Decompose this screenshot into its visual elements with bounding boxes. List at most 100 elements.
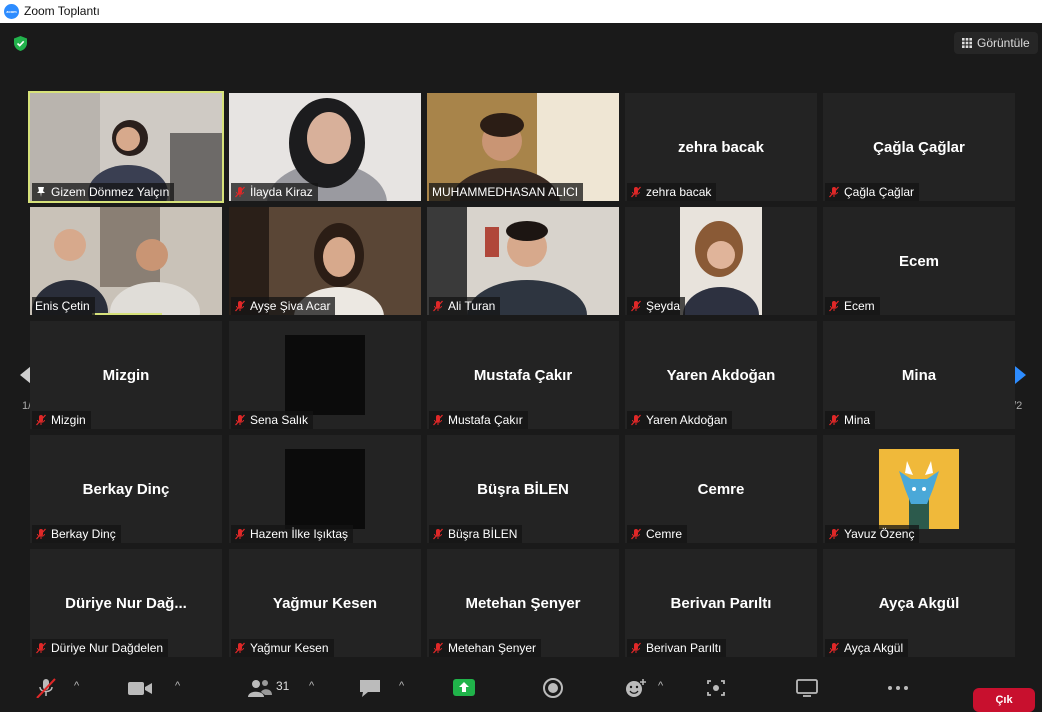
participant-tile[interactable]: Berkay Dinç Berkay Dinç xyxy=(30,435,222,543)
participant-name-bar: Çağla Çağlar xyxy=(825,183,920,201)
participant-name-bar: Hazem İlke Işıktaş xyxy=(231,525,354,543)
participants-icon[interactable] xyxy=(247,678,273,698)
participant-name-bar: İlayda Kiraz xyxy=(231,183,318,201)
participant-name-bar: Büşra BİLEN xyxy=(429,525,523,543)
whiteboard-icon[interactable] xyxy=(795,678,819,698)
muted-mic-icon xyxy=(433,414,443,426)
participant-tile[interactable]: Yavuz Özenç xyxy=(823,435,1015,543)
participant-display-name: Ayça Akgül xyxy=(878,595,960,612)
video-options-chevron-icon[interactable]: ^ xyxy=(175,680,180,692)
participant-tile[interactable]: zehra bacak zehra bacak xyxy=(625,93,817,201)
participant-display-name: Berivan Parıltı xyxy=(670,595,772,612)
participant-tile[interactable]: İlayda Kiraz xyxy=(229,93,421,201)
participant-tile[interactable]: Mizgin Mizgin xyxy=(30,321,222,429)
participant-display-name: Mina xyxy=(901,367,937,384)
participant-tile[interactable]: Hazem İlke Işıktaş xyxy=(229,435,421,543)
record-icon[interactable] xyxy=(541,678,565,698)
participant-tile[interactable]: Berivan Parıltı Berivan Parıltı xyxy=(625,549,817,657)
participant-name: Cemre xyxy=(646,527,683,541)
muted-mic-icon xyxy=(631,186,641,198)
muted-mic-icon xyxy=(36,642,46,654)
participant-tile[interactable]: Ayşe Şiva Acar xyxy=(229,207,421,315)
view-label: Görüntüle xyxy=(977,36,1030,50)
speaking-indicator xyxy=(92,313,162,315)
participant-tile[interactable]: Ali Turan xyxy=(427,207,619,315)
participant-name: İlayda Kiraz xyxy=(250,185,313,199)
participant-name-bar: Berivan Parıltı xyxy=(627,639,727,657)
participant-name: Mina xyxy=(844,413,871,427)
participant-name-bar: Mustafa Çakır xyxy=(429,411,528,429)
chat-icon[interactable] xyxy=(358,678,382,698)
muted-mic-icon xyxy=(631,414,641,426)
participant-tile[interactable]: Ecem Ecem xyxy=(823,207,1015,315)
muted-mic-icon xyxy=(235,528,245,540)
audio-options-chevron-icon[interactable]: ^ xyxy=(74,680,79,692)
muted-mic-icon xyxy=(631,642,641,654)
chat-options-chevron-icon[interactable]: ^ xyxy=(399,680,404,692)
participant-tile[interactable]: Büşra BİLEN Büşra BİLEN xyxy=(427,435,619,543)
zoom-logo-icon: zoom xyxy=(4,4,19,19)
participant-name-bar: Ayça Akgül xyxy=(825,639,909,657)
unmute-mic-icon[interactable] xyxy=(34,678,58,698)
leave-meeting-button[interactable]: Çık xyxy=(973,688,1035,712)
participant-name-bar: Berkay Dinç xyxy=(32,525,121,543)
participant-tile[interactable]: MUHAMMEDHASAN ALICI xyxy=(427,93,619,201)
muted-mic-icon xyxy=(235,414,245,426)
meeting-toolbar: ^ ^ 31 ^ ^ ^ Çık xyxy=(0,668,1042,712)
participant-tile[interactable]: Enis Çetin xyxy=(30,207,222,315)
participant-name-bar: Cemre xyxy=(627,525,688,543)
muted-mic-icon xyxy=(829,414,839,426)
apps-icon[interactable] xyxy=(705,678,727,698)
participant-display-name: Düriye Nur Dağ... xyxy=(65,595,187,612)
participant-name: Enis Çetin xyxy=(35,299,90,313)
participant-name: Yavuz Özenç xyxy=(844,527,915,541)
participant-tile[interactable]: Mina Mina xyxy=(823,321,1015,429)
pin-icon xyxy=(37,187,45,197)
participants-options-chevron-icon[interactable]: ^ xyxy=(309,680,314,692)
muted-mic-icon xyxy=(631,300,641,312)
participant-tile[interactable]: Mustafa Çakır Mustafa Çakır xyxy=(427,321,619,429)
participant-tile[interactable]: Çağla Çağlar Çağla Çağlar xyxy=(823,93,1015,201)
share-screen-icon[interactable] xyxy=(452,678,476,698)
participant-display-name: Berkay Dinç xyxy=(82,481,170,498)
title-bar: zoom Zoom Toplantı xyxy=(0,0,1042,23)
participant-tile[interactable]: Cemre Cemre xyxy=(625,435,817,543)
participant-name-bar: Metehan Şenyer xyxy=(429,639,542,657)
participant-tile[interactable]: Yaren Akdoğan Yaren Akdoğan xyxy=(625,321,817,429)
muted-mic-icon xyxy=(235,300,245,312)
participant-name: Sena Salık xyxy=(250,413,309,427)
reactions-options-chevron-icon[interactable]: ^ xyxy=(658,680,663,692)
participant-name-bar: Düriye Nur Dağdelen xyxy=(32,639,169,657)
reactions-icon[interactable] xyxy=(624,678,648,698)
participant-name: Yaren Akdoğan xyxy=(646,413,728,427)
participant-name-bar: Ayşe Şiva Acar xyxy=(231,297,336,315)
participant-display-name: zehra bacak xyxy=(678,139,764,156)
participant-name: Yağmur Kesen xyxy=(250,641,329,655)
participant-tile[interactable]: Gizem Dönmez Yalçın xyxy=(28,91,224,203)
more-options-icon[interactable] xyxy=(886,678,910,698)
participant-name-bar: Enis Çetin xyxy=(32,297,95,315)
participant-name-bar: Sena Salık xyxy=(231,411,314,429)
participant-display-name: Cemre xyxy=(697,481,745,498)
participant-tile[interactable]: Ayça Akgül Ayça Akgül xyxy=(823,549,1015,657)
participant-name-bar: Şeyda xyxy=(627,297,686,315)
participant-tile[interactable]: Düriye Nur Dağ... Düriye Nur Dağdelen xyxy=(30,549,222,657)
participant-name: Ayşe Şiva Acar xyxy=(250,299,331,313)
participant-tile[interactable]: Sena Salık xyxy=(229,321,421,429)
participant-display-name: Mizgin xyxy=(102,367,150,384)
participant-name: Mizgin xyxy=(51,413,86,427)
participant-name-bar: Yaren Akdoğan xyxy=(627,411,733,429)
video-camera-icon[interactable] xyxy=(127,678,153,698)
view-button[interactable]: Görüntüle xyxy=(954,32,1038,54)
participant-name-bar: Ali Turan xyxy=(429,297,501,315)
security-shield-icon[interactable] xyxy=(12,35,29,52)
participant-tile[interactable]: Şeyda xyxy=(625,207,817,315)
participant-tile[interactable]: Metehan Şenyer Metehan Şenyer xyxy=(427,549,619,657)
participant-tile[interactable]: Yağmur Kesen Yağmur Kesen xyxy=(229,549,421,657)
participant-name: Ecem xyxy=(844,299,875,313)
participant-name: Düriye Nur Dağdelen xyxy=(51,641,164,655)
participant-display-name: Metehan Şenyer xyxy=(465,595,581,612)
participant-name: Büşra BİLEN xyxy=(448,527,518,541)
muted-mic-icon xyxy=(829,300,839,312)
participant-video xyxy=(285,449,365,529)
